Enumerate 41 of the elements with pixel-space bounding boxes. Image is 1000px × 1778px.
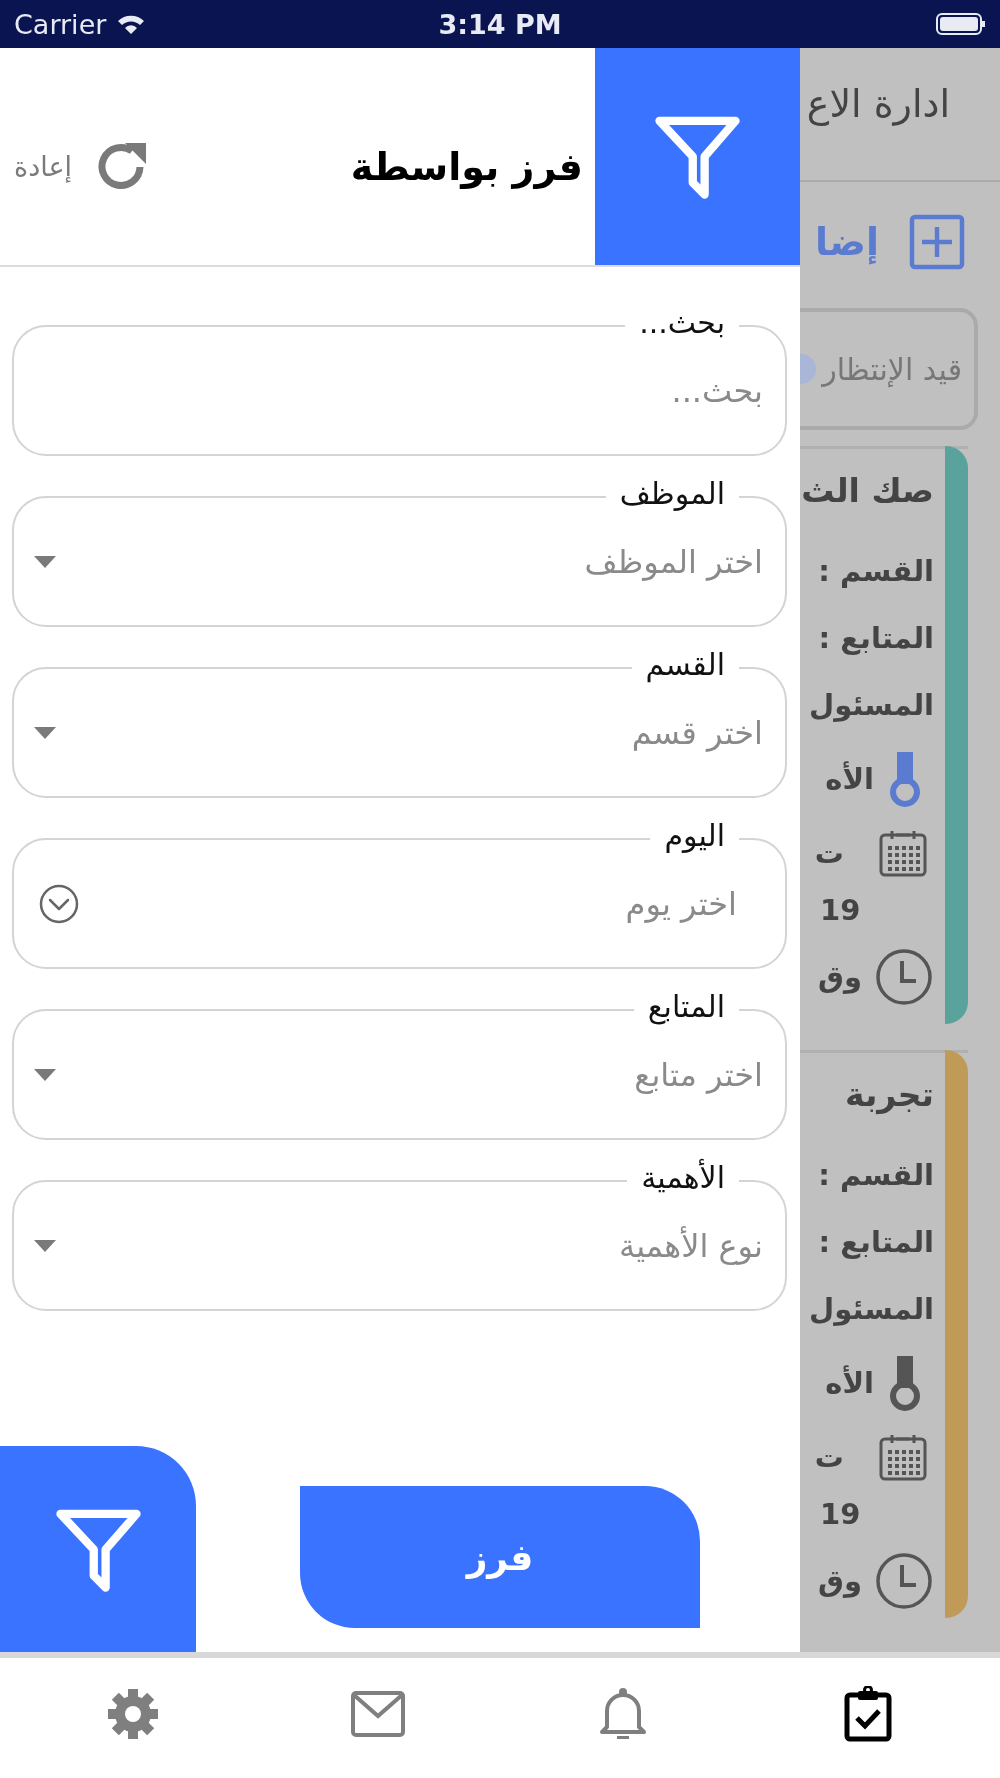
card-field-label: القسم : [817, 1157, 934, 1194]
battery-icon [936, 13, 986, 35]
card-field-label: ت [814, 1440, 844, 1474]
card-field-label: المتابع : [817, 620, 934, 657]
card-title: صك الث [800, 471, 934, 512]
card-field-label: وق [818, 1564, 862, 1598]
card-field-label: المتابع : [817, 1224, 934, 1261]
clock-icon [874, 1551, 934, 1611]
bell-icon[interactable] [598, 1687, 647, 1741]
card-field-label: القسم : [817, 553, 934, 590]
card-field-label: ت [814, 836, 844, 870]
filter-tab[interactable] [0, 1446, 196, 1652]
add-link[interactable]: إضا [815, 220, 879, 264]
card-field-label: وق [818, 960, 862, 994]
caret-icon [34, 1068, 56, 1081]
caret-icon [34, 1239, 56, 1252]
caret-icon [34, 726, 56, 739]
chevron-down-icon [38, 882, 80, 925]
apply-button[interactable]: فرز [300, 1486, 700, 1628]
clipboard-check-icon[interactable] [843, 1686, 892, 1742]
calendar-icon [878, 1432, 928, 1482]
mail-icon[interactable] [349, 1690, 406, 1738]
card-title: تجربة [843, 1075, 934, 1117]
card-field-label: الأه [825, 1366, 874, 1400]
add-icon[interactable] [909, 214, 965, 270]
caret-icon [34, 555, 56, 568]
card-date: 19 [820, 893, 861, 927]
status-filter[interactable]: قيد الإنتظار [800, 308, 978, 430]
settings-icon[interactable] [105, 1687, 160, 1741]
reset-button[interactable]: إعادة [0, 137, 156, 196]
card-field-label: المسئول [808, 687, 934, 724]
card-date: 19 [820, 1497, 861, 1531]
drawer-title: فرز بواسطة [349, 144, 584, 189]
calendar-icon [878, 828, 928, 878]
carrier-label: Carrier [14, 8, 107, 40]
wifi-icon [116, 13, 147, 35]
clock-time: 3:14 PM [438, 8, 562, 40]
page-title: ادارة الاع [800, 48, 1000, 182]
clock-icon [874, 947, 934, 1007]
card-field-label: الأه [825, 762, 874, 796]
card-field-label: المسئول [808, 1291, 934, 1328]
